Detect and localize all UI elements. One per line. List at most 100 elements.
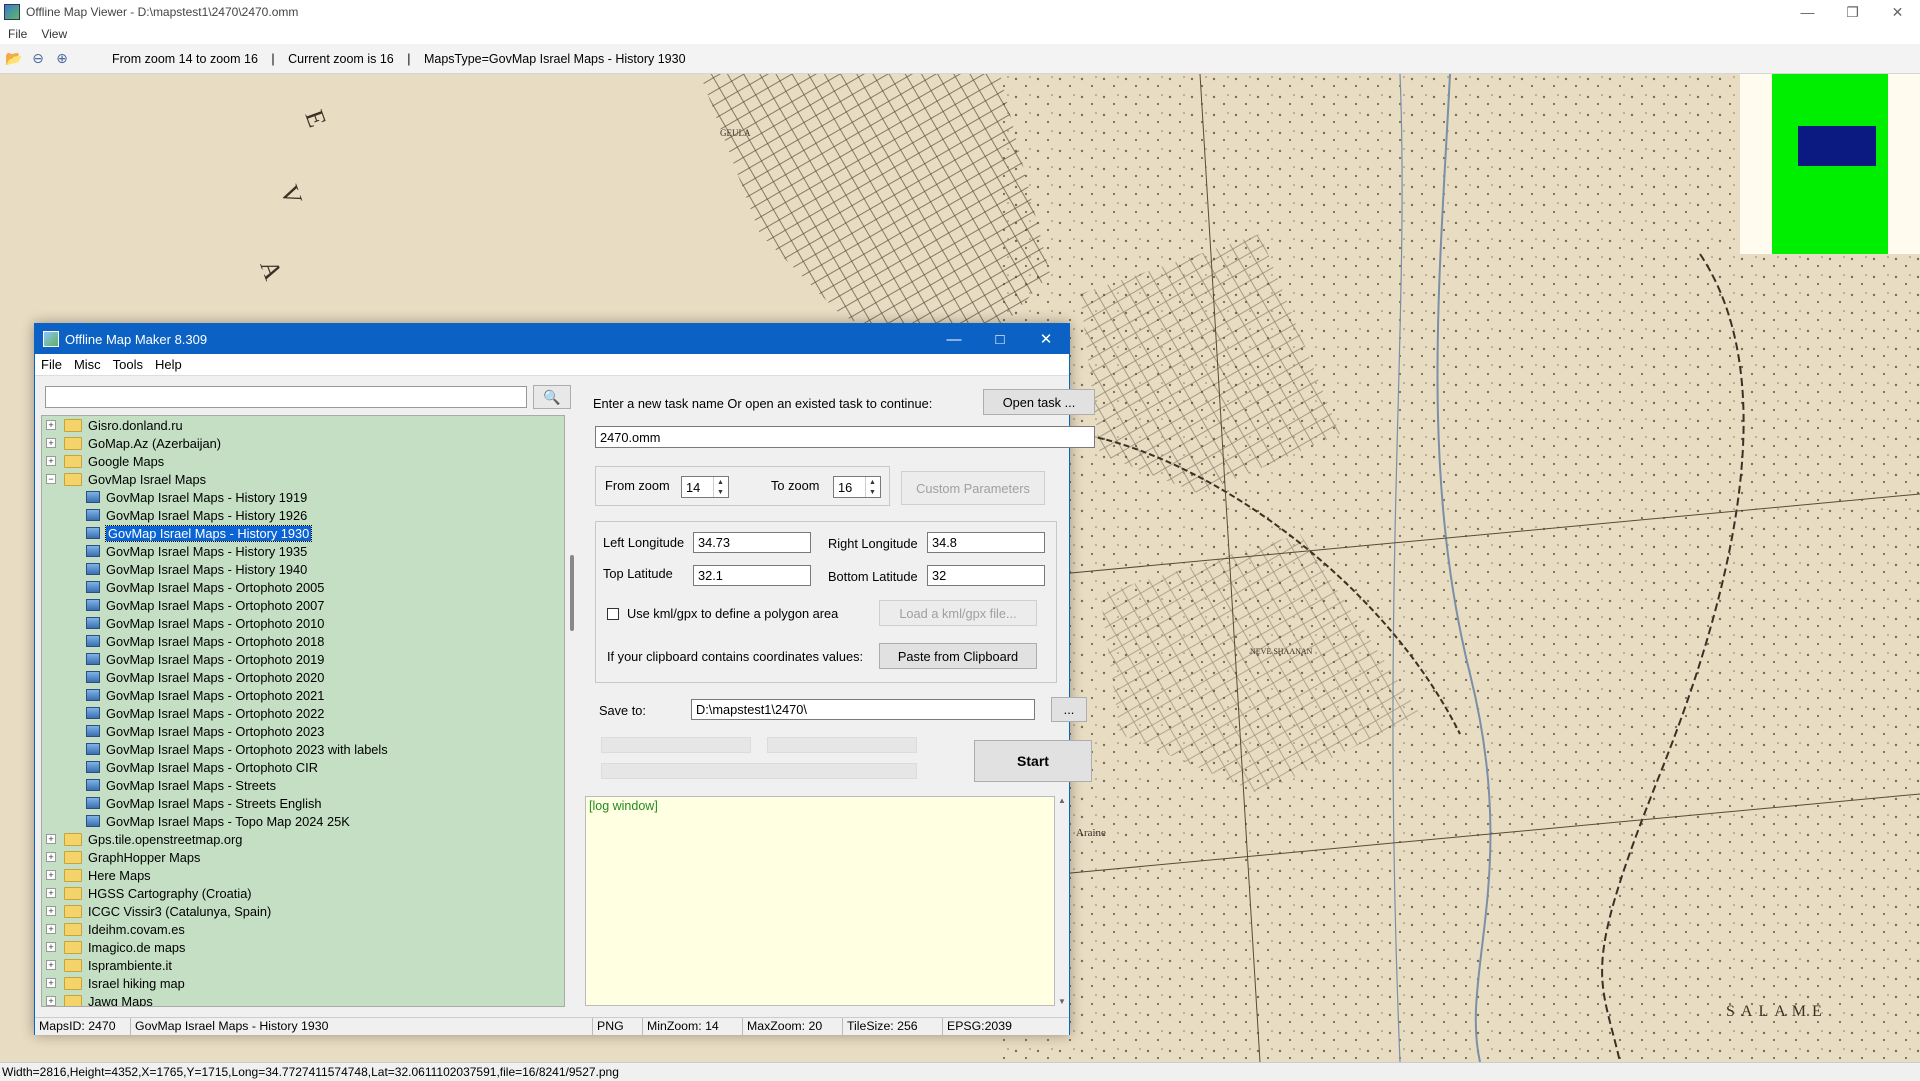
map-source-item[interactable]: GovMap Israel Maps - Streets English: [42, 794, 564, 812]
expand-toggle-icon[interactable]: +: [46, 942, 56, 952]
expand-toggle-icon[interactable]: +: [46, 420, 56, 430]
dialog-minimize-button[interactable]: —: [931, 324, 977, 354]
dialog-menu-help[interactable]: Help: [155, 357, 182, 372]
provider-folder[interactable]: + Gisro.donland.ru: [42, 416, 564, 434]
map-source-item[interactable]: GovMap Israel Maps - Ortophoto 2023 with…: [42, 740, 564, 758]
left-longitude-input[interactable]: 34.73: [693, 532, 811, 553]
save-to-input[interactable]: D:\mapstest1\2470\: [691, 699, 1035, 720]
open-task-button[interactable]: Open task ...: [983, 389, 1095, 415]
map-source-item[interactable]: GovMap Israel Maps - Ortophoto 2019: [42, 650, 564, 668]
top-latitude-input[interactable]: 32.1: [693, 565, 811, 586]
minimap[interactable]: [1740, 74, 1920, 254]
zoom-in-icon[interactable]: ⊕: [52, 49, 72, 69]
minimize-button[interactable]: —: [1785, 0, 1830, 24]
scroll-down-arrow-icon[interactable]: ▼: [1055, 997, 1069, 1006]
provider-folder[interactable]: + Imagico.de maps: [42, 938, 564, 956]
browse-folder-button[interactable]: ...: [1051, 697, 1087, 722]
close-button[interactable]: ✕: [1875, 0, 1920, 24]
dialog-menu-tools[interactable]: Tools: [113, 357, 143, 372]
scroll-up-arrow-icon[interactable]: ▲: [1055, 796, 1069, 805]
map-source-item[interactable]: GovMap Israel Maps - Ortophoto 2022: [42, 704, 564, 722]
dialog-close-button[interactable]: ✕: [1023, 324, 1069, 354]
map-source-item[interactable]: GovMap Israel Maps - History 1926: [42, 506, 564, 524]
provider-folder[interactable]: + GoMap.Az (Azerbaijan): [42, 434, 564, 452]
expand-toggle-icon[interactable]: +: [46, 906, 56, 916]
kml-polygon-checkbox[interactable]: [607, 608, 619, 620]
right-longitude-input[interactable]: 34.8: [927, 532, 1045, 553]
from-zoom-value: 14: [686, 479, 701, 495]
dialog-maximize-button[interactable]: □: [977, 324, 1023, 354]
bottom-latitude-input[interactable]: 32: [927, 565, 1045, 586]
map-search-input[interactable]: [45, 386, 527, 408]
expand-toggle-icon[interactable]: +: [46, 888, 56, 898]
map-source-item[interactable]: GovMap Israel Maps - Topo Map 2024 25K: [42, 812, 564, 830]
expand-toggle-icon[interactable]: +: [46, 438, 56, 448]
bottom-latitude-label: Bottom Latitude: [828, 569, 918, 584]
map-source-item[interactable]: GovMap Israel Maps - Streets: [42, 776, 564, 794]
map-source-tree[interactable]: + Gisro.donland.ru + GoMap.Az (Azerbaijan) +…: [41, 415, 565, 1007]
map-source-item[interactable]: GovMap Israel Maps - History 1940: [42, 560, 564, 578]
map-label-salame: SALAME: [1726, 1003, 1828, 1020]
expand-toggle-icon[interactable]: −: [46, 474, 56, 484]
map-source-item[interactable]: GovMap Israel Maps - History 1919: [42, 488, 564, 506]
expand-toggle-icon[interactable]: +: [46, 456, 56, 466]
provider-folder[interactable]: + Google Maps: [42, 452, 564, 470]
map-source-item[interactable]: GovMap Israel Maps - History 1930: [42, 524, 564, 542]
log-scrollbar[interactable]: ▲ ▼: [1055, 796, 1069, 1006]
map-icon: [86, 491, 100, 503]
from-zoom-stepper[interactable]: ▲ ▼: [713, 477, 727, 497]
expand-toggle-icon[interactable]: +: [46, 870, 56, 880]
tree-scrollbar[interactable]: [567, 415, 579, 1007]
maps-type-text: MapsType=GovMap Israel Maps - History 19…: [423, 51, 686, 66]
provider-folder[interactable]: + ICGC Vissir3 (Catalunya, Spain): [42, 902, 564, 920]
clipboard-prompt: If your clipboard contains coordinates v…: [607, 649, 864, 664]
menu-file[interactable]: File: [8, 27, 27, 41]
dialog-title-bar[interactable]: Offline Map Maker 8.309 — □ ✕: [35, 324, 1069, 354]
tree-item-label: GovMap Israel Maps - Ortophoto 2022: [106, 705, 325, 721]
dialog-menu-misc[interactable]: Misc: [74, 357, 101, 372]
map-source-item[interactable]: GovMap Israel Maps - Ortophoto 2023: [42, 722, 564, 740]
provider-folder[interactable]: + Israel hiking map: [42, 974, 564, 992]
custom-parameters-button[interactable]: Custom Parameters: [901, 471, 1045, 505]
map-source-item[interactable]: GovMap Israel Maps - Ortophoto CIR: [42, 758, 564, 776]
menu-view[interactable]: View: [41, 27, 67, 41]
expand-toggle-icon[interactable]: +: [46, 852, 56, 862]
map-source-item[interactable]: GovMap Israel Maps - Ortophoto 2005: [42, 578, 564, 596]
expand-toggle-icon[interactable]: +: [46, 924, 56, 934]
expand-toggle-icon[interactable]: +: [46, 978, 56, 988]
expand-toggle-icon[interactable]: +: [46, 996, 56, 1006]
provider-folder[interactable]: + Jawg Maps: [42, 992, 564, 1006]
provider-folder[interactable]: − GovMap Israel Maps: [42, 470, 564, 488]
tree-item-label: ICGC Vissir3 (Catalunya, Spain): [88, 903, 272, 919]
paste-from-clipboard-button[interactable]: Paste from Clipboard: [879, 643, 1037, 669]
map-source-item[interactable]: GovMap Israel Maps - Ortophoto 2020: [42, 668, 564, 686]
scrollbar-thumb[interactable]: [570, 555, 574, 631]
zoom-out-icon[interactable]: ⊖: [28, 49, 48, 69]
map-source-item[interactable]: GovMap Israel Maps - Ortophoto 2010: [42, 614, 564, 632]
provider-folder[interactable]: + Isprambiente.it: [42, 956, 564, 974]
dialog-menu-file[interactable]: File: [41, 357, 62, 372]
load-kml-button[interactable]: Load a kml/gpx file...: [879, 600, 1037, 626]
map-source-item[interactable]: GovMap Israel Maps - Ortophoto 2018: [42, 632, 564, 650]
open-folder-icon[interactable]: 📂: [4, 49, 24, 69]
provider-folder[interactable]: + HGSS Cartography (Croatia): [42, 884, 564, 902]
provider-folder[interactable]: + GraphHopper Maps: [42, 848, 564, 866]
task-name-input[interactable]: 2470.omm: [595, 426, 1095, 448]
expand-toggle-icon[interactable]: +: [46, 834, 56, 844]
expand-toggle-icon[interactable]: +: [46, 960, 56, 970]
tree-item-label: GovMap Israel Maps - Ortophoto 2021: [106, 687, 325, 703]
provider-folder[interactable]: + Ideihm.covam.es: [42, 920, 564, 938]
to-zoom-stepper[interactable]: ▲ ▼: [865, 477, 879, 497]
search-button[interactable]: 🔍: [533, 385, 571, 409]
log-window[interactable]: [log window]: [585, 796, 1055, 1006]
map-source-item[interactable]: GovMap Israel Maps - History 1935: [42, 542, 564, 560]
provider-folder[interactable]: + Gps.tile.openstreetmap.org: [42, 830, 564, 848]
map-icon: [86, 725, 100, 737]
maximize-button[interactable]: ❐: [1830, 0, 1875, 24]
map-source-item[interactable]: GovMap Israel Maps - Ortophoto 2007: [42, 596, 564, 614]
minimap-viewport[interactable]: [1798, 126, 1876, 166]
map-source-pane: 🔍 + Gisro.donland.ru + GoMap.Az (Azerbaijan…: [37, 377, 581, 1007]
map-source-item[interactable]: GovMap Israel Maps - Ortophoto 2021: [42, 686, 564, 704]
provider-folder[interactable]: + Here Maps: [42, 866, 564, 884]
start-button[interactable]: Start: [974, 740, 1092, 782]
